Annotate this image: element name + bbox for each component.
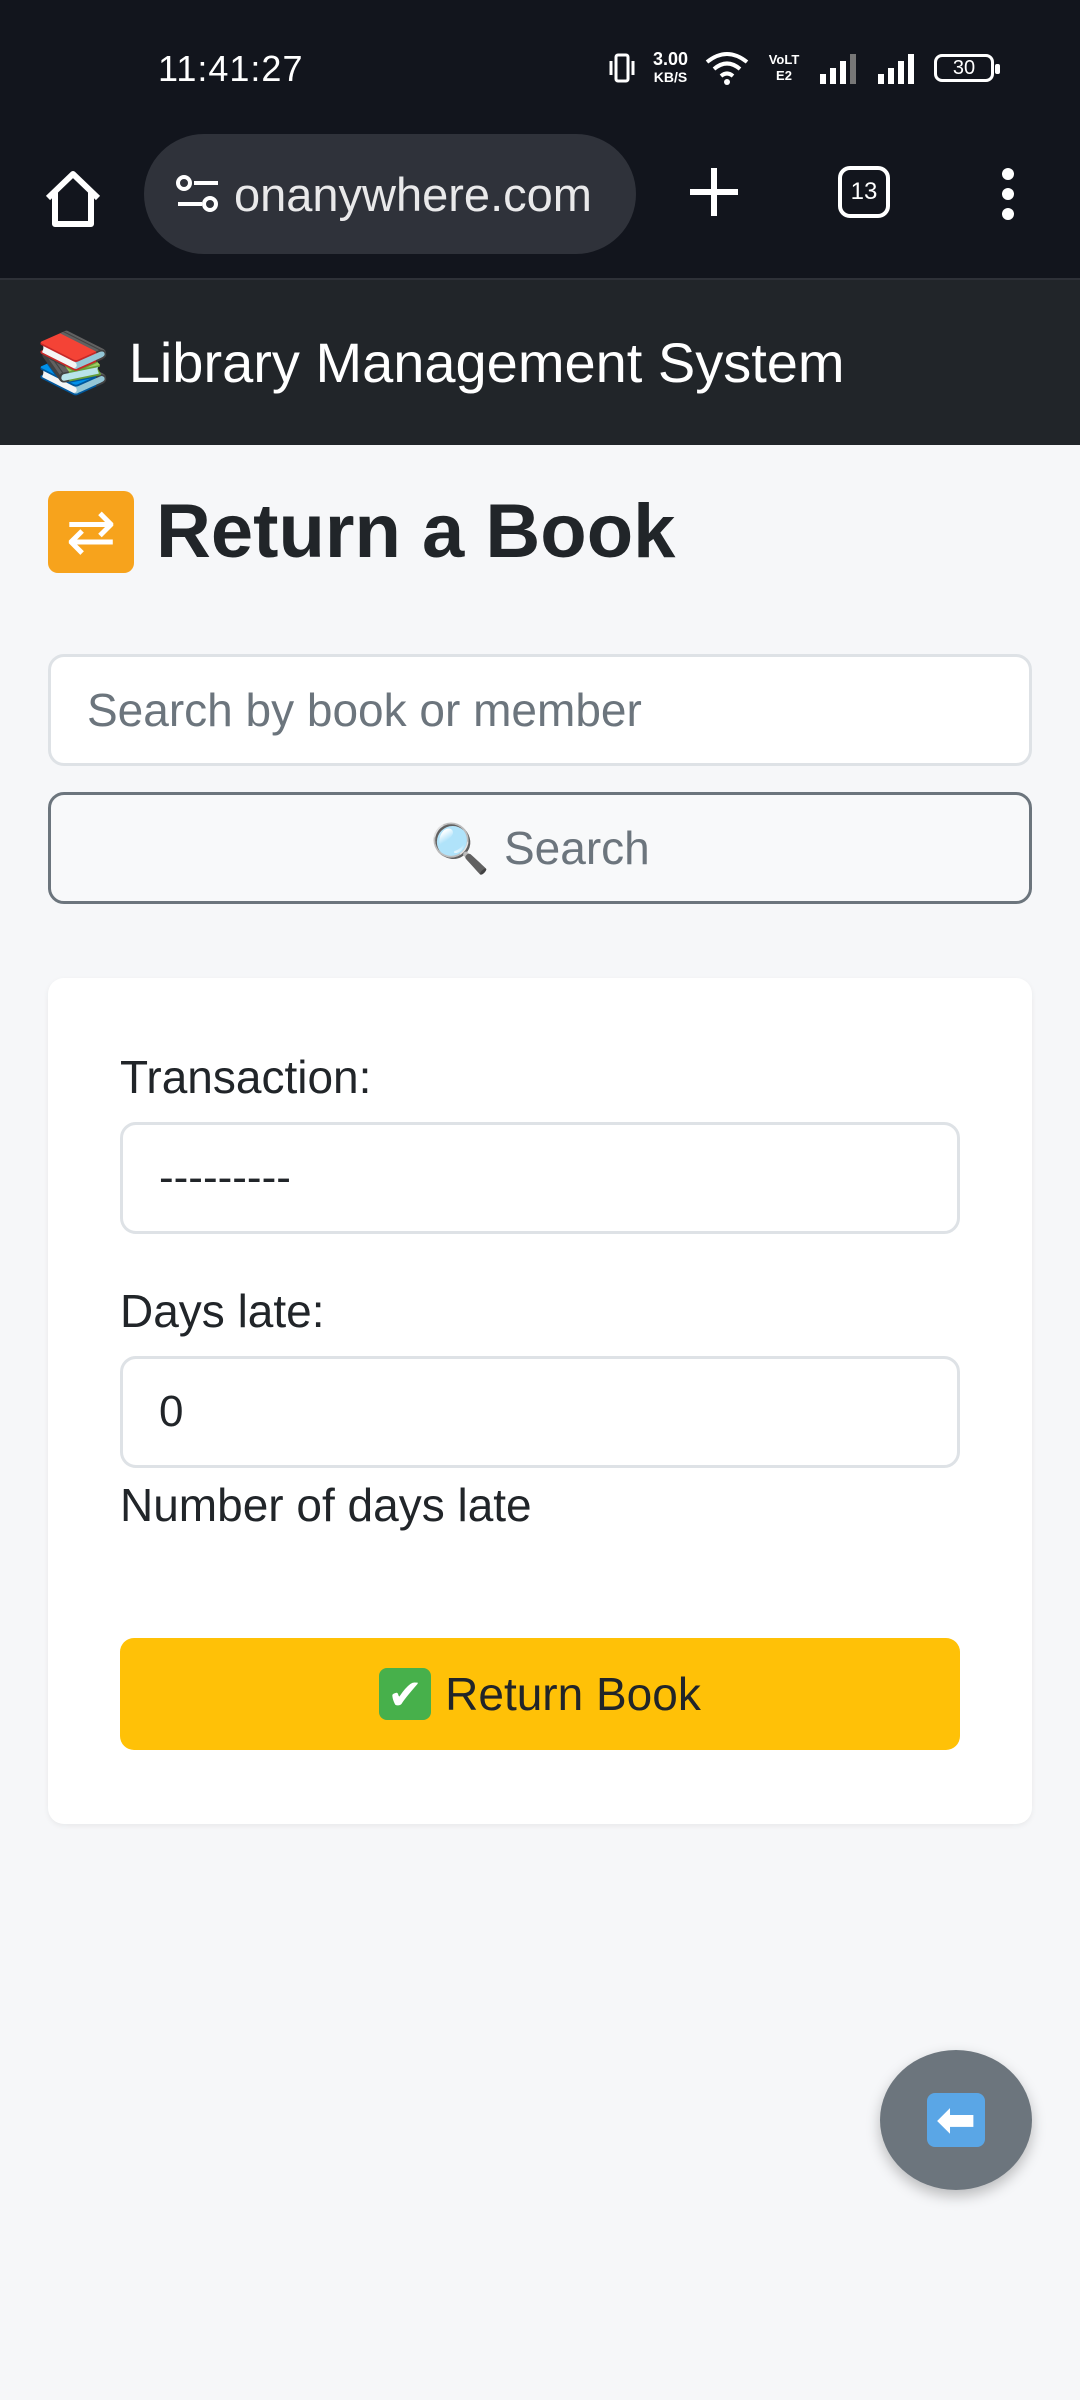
check-mark-icon: ✔ xyxy=(379,1668,432,1720)
network-speed-unit: KB/S xyxy=(653,69,688,85)
network-speed-value: 3.00 xyxy=(652,49,688,69)
back-floating-button[interactable]: ⬅ xyxy=(880,2050,1032,2190)
return-form-card: Transaction: --------- Days late: 0 Numb… xyxy=(48,978,1032,1824)
days-late-input[interactable]: 0 xyxy=(120,1356,960,1468)
return-book-button[interactable]: ✔ Return Book xyxy=(120,1638,960,1750)
more-menu-icon[interactable] xyxy=(994,164,1022,224)
transaction-selected-value: --------- xyxy=(159,1153,291,1202)
app-brand[interactable]: Library Management System xyxy=(129,330,845,395)
page-title-text: Return a Book xyxy=(156,489,676,574)
url-text: onanywhere.com xyxy=(234,167,592,221)
back-arrow-icon: ⬅ xyxy=(927,2093,985,2147)
transaction-label: Transaction: xyxy=(120,1051,372,1103)
transaction-select[interactable]: --------- xyxy=(120,1122,960,1234)
wifi-icon xyxy=(705,52,749,85)
books-icon: 📚 xyxy=(36,329,111,396)
vibrate-icon xyxy=(609,53,635,83)
search-button[interactable]: 🔍 Search xyxy=(48,792,1032,904)
new-tab-icon[interactable] xyxy=(684,162,744,222)
search-input[interactable] xyxy=(48,654,1032,766)
status-bar: 11:41:27 3.00 KB/S VoLTE2 30 xyxy=(0,0,1080,140)
address-bar[interactable]: onanywhere.com xyxy=(144,134,636,254)
page-title: ⇄ Return a Book xyxy=(48,488,675,575)
status-time: 11:41:27 xyxy=(158,48,304,89)
status-icons: 3.00 KB/S VoLTE2 30 xyxy=(607,50,1000,86)
volte-indicator: VoLTE2 xyxy=(768,52,800,83)
days-late-value: 0 xyxy=(159,1387,184,1436)
signal-icon-2 xyxy=(878,54,914,84)
app-navbar: 📚 Library Management System xyxy=(0,280,1080,445)
days-late-help-text: Number of days late xyxy=(120,1479,532,1531)
home-icon[interactable] xyxy=(38,164,108,234)
browser-toolbar: onanywhere.com 13 xyxy=(0,130,1080,280)
search-button-label: Search xyxy=(504,822,650,874)
search-icon: 🔍 xyxy=(430,822,490,876)
battery-level: 30 xyxy=(952,56,976,79)
site-settings-icon[interactable] xyxy=(170,166,226,222)
repeat-icon: ⇄ xyxy=(48,490,134,573)
tab-count: 13 xyxy=(850,178,878,205)
signal-icon-1 xyxy=(820,54,856,84)
battery-icon: 30 xyxy=(934,54,1000,82)
tab-switcher-button[interactable]: 13 xyxy=(838,166,890,218)
network-speed: 3.00 KB/S xyxy=(653,50,688,86)
days-late-label: Days late: xyxy=(120,1285,325,1337)
return-book-label: Return Book xyxy=(445,1668,701,1720)
